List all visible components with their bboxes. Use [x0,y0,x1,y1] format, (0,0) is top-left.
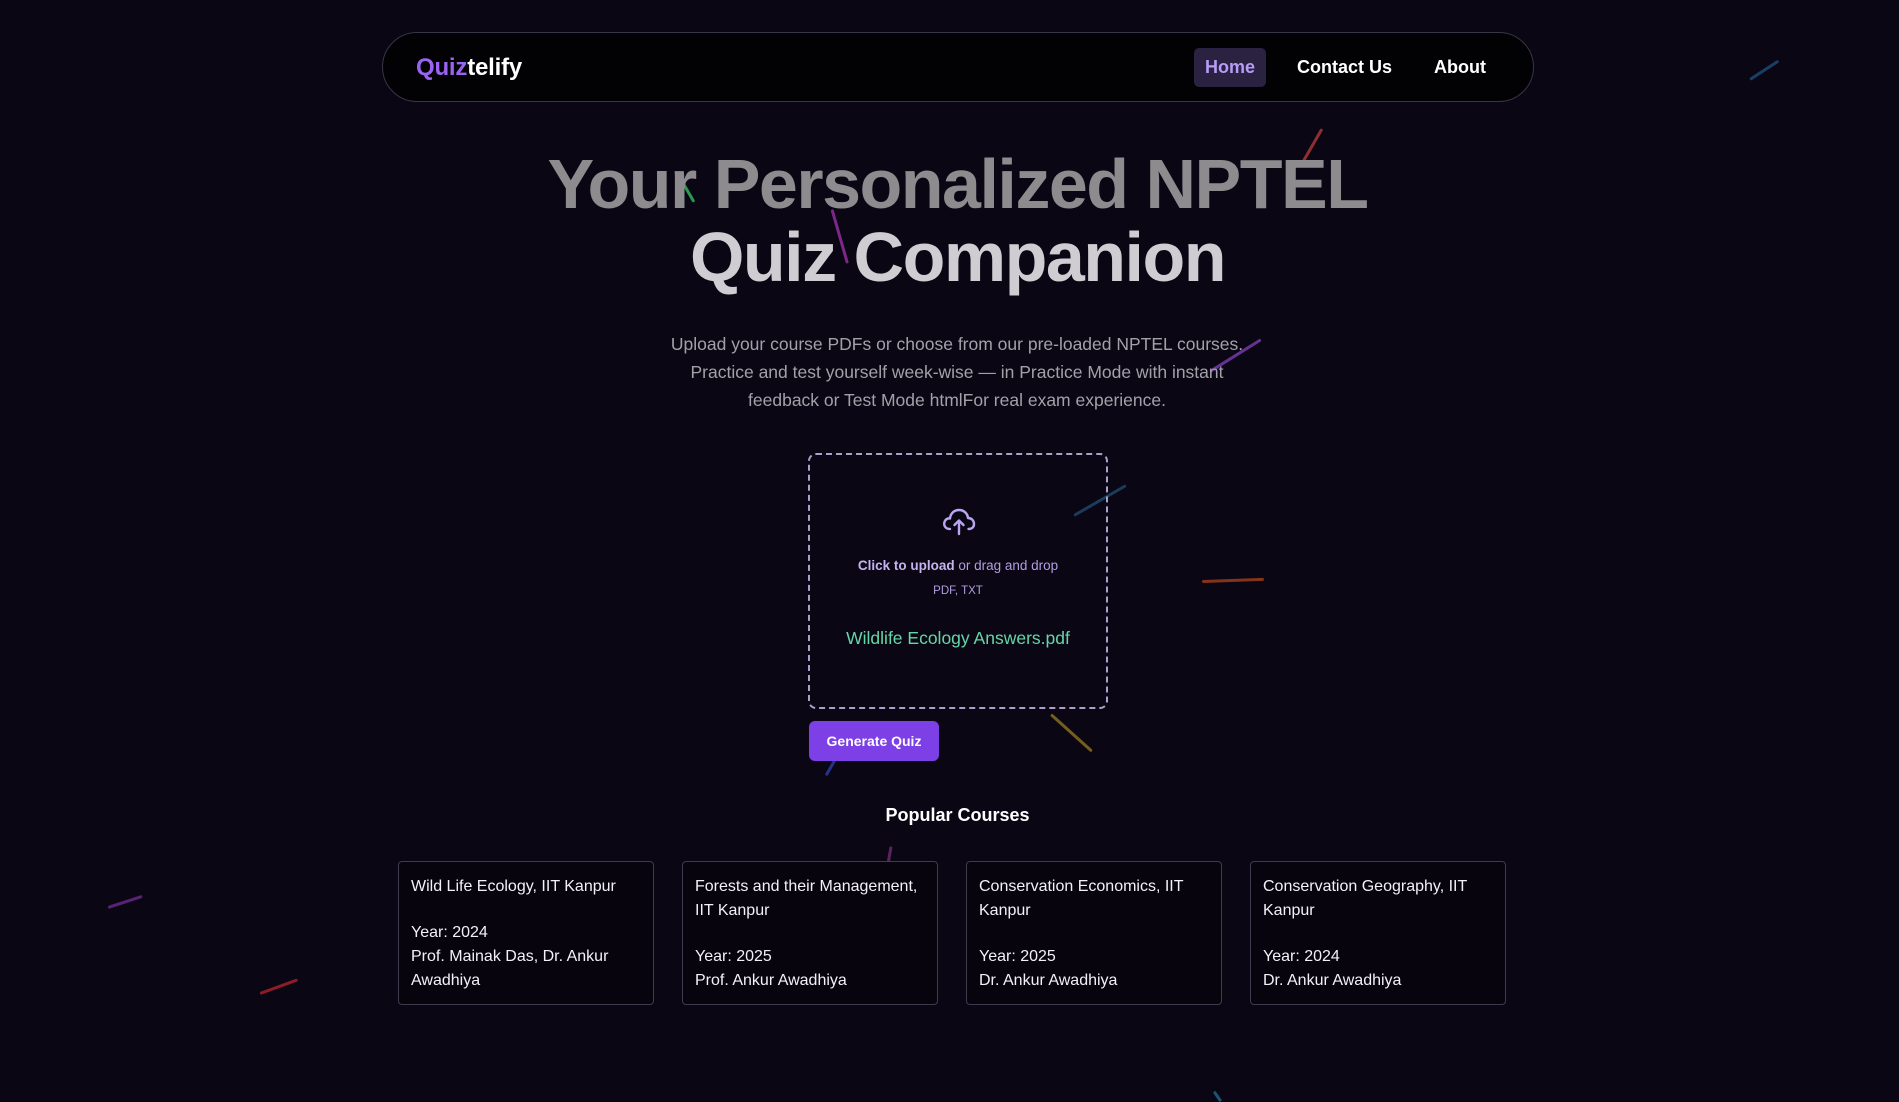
decorative-streak [259,978,299,995]
decorative-streak [107,894,143,909]
course-professor: Dr. Ankur Awadhiya [1263,972,1402,989]
decorative-streak [1749,59,1780,81]
course-year: Year: 2024 [411,924,488,941]
course-year: Year: 2025 [695,948,772,965]
hero-title-line2: Quiz Companion [689,218,1227,296]
course-name: Conservation Economics, IIT Kanpur [979,878,1184,919]
hero-title-line1: Your Personalized NPTEL [547,145,1369,223]
popular-courses-heading: Popular Courses [885,805,1030,825]
course-name: Wild Life Ecology, IIT Kanpur [411,878,616,895]
course-cards: Wild Life Ecology, IIT Kanpur Year: 2024… [398,861,1506,1005]
course-name: Forests and their Management, IIT Kanpur [695,878,918,919]
decorative-streak [1201,577,1265,583]
course-card[interactable]: Forests and their Management, IIT Kanpur… [682,861,938,1005]
cloud-upload-icon [943,508,976,536]
course-professor: Prof. Ankur Awadhiya [695,972,847,989]
course-card[interactable]: Wild Life Ecology, IIT Kanpur Year: 2024… [398,861,654,1005]
decorative-streak [1212,1090,1223,1102]
course-professor: Prof. Mainak Das, Dr. Ankur Awadhiya [411,948,609,989]
course-year: Year: 2024 [1263,948,1340,965]
brand-logo[interactable]: Quiztelify [416,54,522,82]
file-upload-dropzone[interactable]: Click to upload or drag and drop PDF, TX… [808,453,1108,709]
drag-and-drop-text: or drag and drop [954,558,1059,573]
course-year: Year: 2025 [979,948,1056,965]
click-to-upload-text[interactable]: Click to upload [858,558,955,573]
nav-link-about[interactable]: About [1423,48,1497,87]
selected-file-name: Wildlife Ecology Answers.pdf [846,628,1070,648]
decorative-streak [824,759,837,777]
hero-title: Your Personalized NPTEL Quiz Companion [0,148,1899,294]
brand-text-part2: telify [467,54,523,81]
generate-quiz-button[interactable]: Generate Quiz [809,721,939,761]
course-name: Conservation Geography, IIT Kanpur [1263,878,1467,919]
nav-link-contact-us[interactable]: Contact Us [1286,48,1403,87]
brand-text-part1: Quiz [416,54,468,81]
course-card[interactable]: Conservation Economics, IIT Kanpur Year:… [966,861,1222,1005]
nav-links: Home Contact Us About [1193,48,1497,87]
navbar: Quiztelify Home Contact Us About [382,32,1534,102]
upload-file-types: PDF, TXT [933,585,983,597]
hero-subtitle: Upload your course PDFs or choose from o… [670,334,1244,410]
upload-instructions: Click to upload or drag and drop [810,558,1106,573]
course-card[interactable]: Conservation Geography, IIT Kanpur Year:… [1250,861,1506,1005]
course-professor: Dr. Ankur Awadhiya [979,972,1118,989]
nav-link-home[interactable]: Home [1193,48,1266,87]
decorative-streak [1049,713,1093,753]
